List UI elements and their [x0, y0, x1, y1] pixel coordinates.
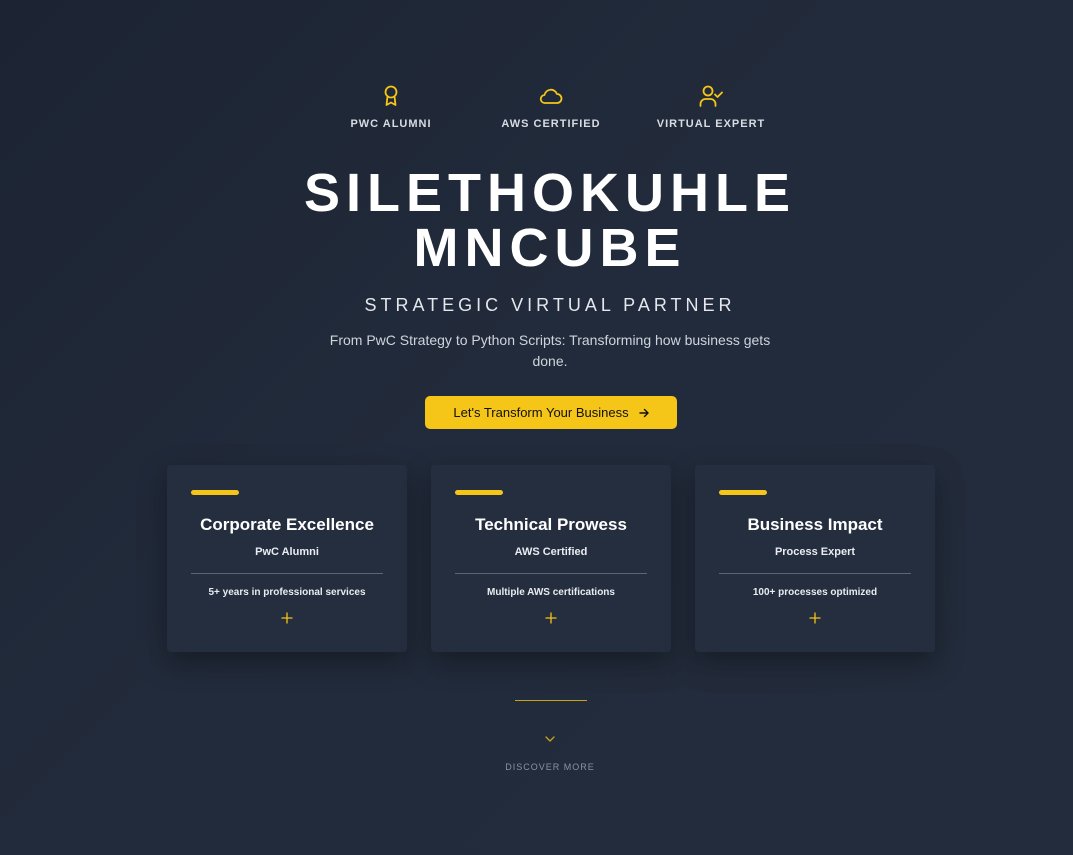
hero-name: SILETHOKUHLE MNCUBE	[0, 166, 1073, 276]
cloud-icon	[539, 84, 563, 108]
card-accent-bar	[455, 490, 503, 495]
section-divider	[515, 700, 587, 701]
card-business-impact: Business Impact Process Expert 100+ proc…	[695, 465, 935, 652]
card-title: Business Impact	[747, 515, 883, 534]
card-accent-bar	[191, 490, 239, 495]
badge-label: VIRTUAL EXPERT	[656, 118, 766, 130]
hero-subtitle: STRATEGIC VIRTUAL PARTNER	[364, 295, 736, 315]
discover-more-link[interactable]: DISCOVER MORE	[0, 762, 1073, 772]
plus-icon[interactable]	[281, 611, 293, 624]
card-divider	[719, 573, 911, 574]
card-title: Corporate Excellence	[200, 515, 374, 534]
card-detail: 5+ years in professional services	[208, 587, 366, 598]
badge-aws-certified: AWS CERTIFIED	[471, 84, 631, 130]
chevron-down-icon[interactable]	[544, 731, 556, 742]
card-detail: Multiple AWS certifications	[487, 587, 615, 598]
badge-row: PWC ALUMNI AWS CERTIFIED VIRTUAL EXPERT	[311, 84, 791, 130]
badge-label: AWS CERTIFIED	[501, 118, 601, 130]
badge-pwc-alumni: PWC ALUMNI	[311, 84, 471, 130]
user-check-icon	[699, 84, 723, 108]
award-icon	[379, 84, 403, 108]
card-corporate-excellence: Corporate Excellence PwC Alumni 5+ years…	[167, 465, 407, 652]
card-detail: 100+ processes optimized	[752, 587, 878, 598]
card-accent-bar	[719, 490, 767, 495]
plus-icon[interactable]	[809, 611, 821, 624]
plus-icon[interactable]	[545, 611, 557, 624]
cta-label: Let's Transform Your Business	[453, 405, 629, 420]
badge-virtual-expert: VIRTUAL EXPERT	[631, 84, 791, 130]
card-title: Technical Prowess	[475, 515, 627, 534]
hero-name-line-1: SILETHOKUHLE	[303, 163, 796, 223]
card-divider	[455, 573, 647, 574]
card-subtitle: AWS Certified	[514, 546, 588, 558]
badge-label: PWC ALUMNI	[350, 118, 432, 130]
card-divider	[191, 573, 383, 574]
hero-tagline: From PwC Strategy to Python Scripts: Tra…	[329, 332, 771, 369]
arrow-right-icon	[638, 408, 649, 418]
card-technical-prowess: Technical Prowess AWS Certified Multiple…	[431, 465, 671, 652]
hero-name-line-2: MNCUBE	[413, 218, 687, 278]
card-subtitle: Process Expert	[774, 546, 856, 558]
card-subtitle: PwC Alumni	[255, 546, 319, 558]
transform-business-button[interactable]: Let's Transform Your Business	[425, 396, 677, 429]
